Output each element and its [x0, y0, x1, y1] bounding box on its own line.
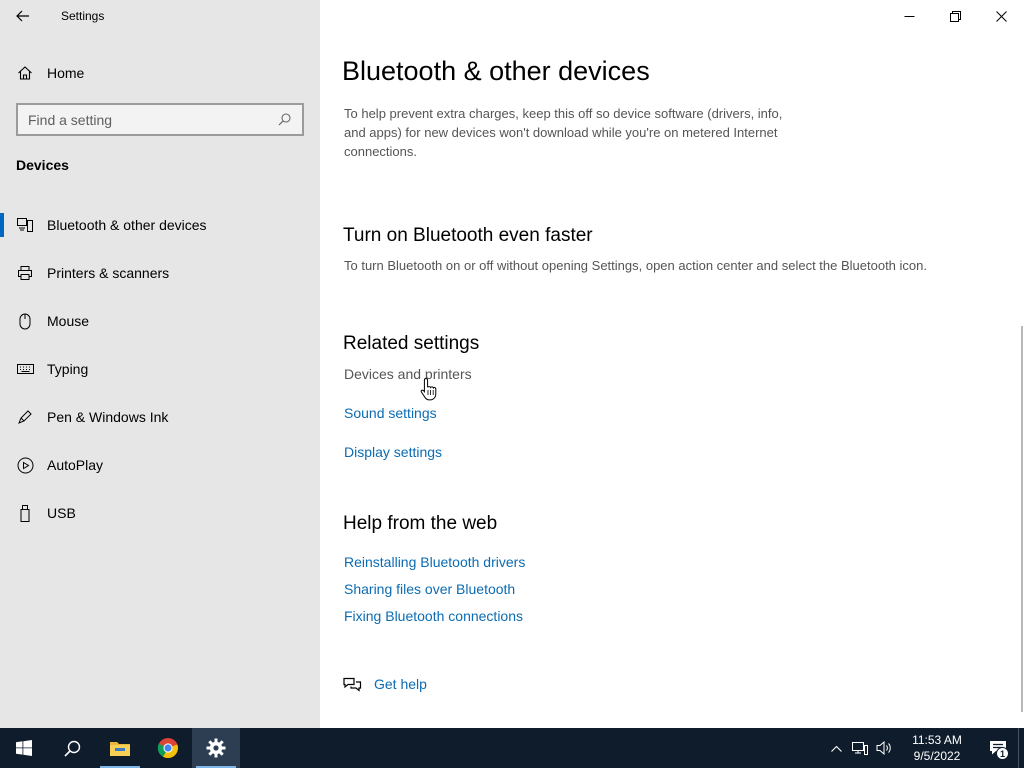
network-button[interactable] — [848, 728, 872, 768]
search-icon[interactable] — [276, 112, 292, 128]
keyboard-icon — [16, 360, 34, 378]
display-settings-link[interactable]: Display settings — [344, 444, 442, 460]
sidebar-item-printers[interactable]: Printers & scanners — [0, 249, 320, 297]
help-link-sharing-files[interactable]: Sharing files over Bluetooth — [344, 581, 515, 597]
page-title: Bluetooth & other devices — [342, 56, 650, 86]
sidebar-item-typing[interactable]: Typing — [0, 345, 320, 393]
action-center-button[interactable]: 1 — [978, 728, 1018, 768]
faster-description: To turn Bluetooth on or off without open… — [344, 258, 927, 273]
taskbar-chrome[interactable] — [144, 728, 192, 768]
show-desktop-button[interactable] — [1018, 728, 1024, 768]
sidebar-item-label: USB — [47, 505, 76, 521]
section-title: Devices — [16, 157, 69, 173]
usb-icon — [16, 504, 34, 522]
pen-icon — [16, 408, 34, 426]
minimize-icon — [904, 15, 914, 17]
main-content: Bluetooth & other devices To help preven… — [320, 0, 1024, 728]
home-icon — [16, 64, 34, 82]
help-heading: Help from the web — [343, 513, 498, 534]
mouse-icon — [16, 312, 34, 330]
speaker-icon — [876, 741, 891, 755]
start-button[interactable] — [0, 728, 48, 768]
home-link[interactable]: Home — [0, 56, 320, 90]
clock-date: 9/5/2022 — [913, 749, 961, 763]
sidebar-item-usb[interactable]: USB — [0, 489, 320, 537]
bluetooth-devices-icon — [16, 216, 34, 234]
back-button[interactable] — [0, 0, 46, 32]
chevron-up-icon — [830, 745, 842, 752]
sidebar-item-autoplay[interactable]: AutoPlay — [0, 441, 320, 489]
volume-button[interactable] — [872, 728, 896, 768]
close-icon — [995, 10, 1007, 22]
related-heading: Related settings — [343, 333, 480, 354]
taskbar-search-button[interactable] — [48, 728, 96, 768]
home-label: Home — [47, 65, 85, 81]
hand-pointer-cursor — [420, 377, 437, 401]
get-help-link[interactable]: Get help — [342, 674, 427, 694]
network-icon — [852, 742, 868, 755]
app-title: Settings — [61, 9, 105, 23]
search-icon — [63, 740, 80, 757]
sidebar-item-label: Pen & Windows Ink — [47, 409, 169, 425]
search-box[interactable] — [16, 103, 304, 136]
restore-icon — [949, 10, 961, 22]
window-controls — [886, 0, 1024, 32]
taskbar-settings[interactable] — [192, 728, 240, 768]
sound-settings-link[interactable]: Sound settings — [344, 405, 437, 421]
scrollbar[interactable] — [1021, 326, 1023, 712]
help-link-fixing-connections[interactable]: Fixing Bluetooth connections — [344, 608, 523, 624]
taskbar-file-explorer[interactable] — [96, 728, 144, 768]
autoplay-icon — [16, 456, 34, 474]
notification-badge: 1 — [996, 747, 1009, 760]
sidebar-item-pen[interactable]: Pen & Windows Ink — [0, 393, 320, 441]
printer-icon — [16, 264, 34, 282]
system-tray: 11:53 AM 9/5/2022 1 — [824, 728, 1024, 768]
sidebar-item-label: Typing — [47, 361, 89, 377]
sidebar-item-mouse[interactable]: Mouse — [0, 297, 320, 345]
sidebar: Settings Home Devices Bluetooth & other … — [0, 0, 320, 728]
chrome-icon — [157, 738, 178, 759]
close-button[interactable] — [978, 0, 1024, 32]
chat-help-icon — [342, 674, 362, 694]
show-hidden-icons-button[interactable] — [824, 728, 848, 768]
sidebar-item-bluetooth[interactable]: Bluetooth & other devices — [0, 201, 320, 249]
clock[interactable]: 11:53 AM 9/5/2022 — [902, 732, 972, 764]
sidebar-item-label: Mouse — [47, 313, 90, 329]
search-input[interactable] — [28, 111, 276, 128]
devices-and-printers-link[interactable]: Devices and printers — [344, 366, 472, 382]
sidebar-nav: Bluetooth & other devices Printers & sca… — [0, 201, 320, 537]
sidebar-item-label: AutoPlay — [47, 457, 104, 473]
minimize-button[interactable] — [886, 0, 932, 32]
start-icon — [16, 740, 32, 756]
settings-icon — [206, 738, 226, 758]
help-link-reinstalling-drivers[interactable]: Reinstalling Bluetooth drivers — [344, 554, 525, 570]
get-help-label: Get help — [374, 676, 427, 692]
sidebar-item-label: Bluetooth & other devices — [47, 217, 207, 233]
restore-button[interactable] — [932, 0, 978, 32]
sidebar-item-label: Printers & scanners — [47, 265, 170, 281]
title-bar: Settings — [0, 0, 320, 32]
back-arrow-icon — [16, 10, 29, 22]
intro-text: To help prevent extra charges, keep this… — [344, 106, 783, 159]
clock-time: 11:53 AM — [912, 733, 962, 747]
file-explorer-icon — [110, 742, 130, 756]
faster-heading: Turn on Bluetooth even faster — [343, 225, 593, 246]
taskbar: 11:53 AM 9/5/2022 1 — [0, 728, 1024, 768]
